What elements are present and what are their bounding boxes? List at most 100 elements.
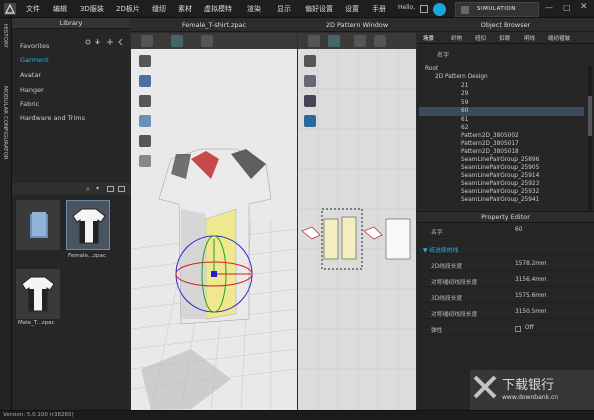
- property-row: 2D线段长度 1578.2mm: [417, 259, 594, 271]
- column-name: 名字: [437, 52, 450, 59]
- simulation-icon[interactable]: [433, 3, 446, 16]
- elastic-checkbox[interactable]: [515, 326, 521, 332]
- tree-item-2d-pattern-design[interactable]: 2D Pattern Design: [435, 74, 488, 80]
- tree-item[interactable]: 29: [461, 91, 468, 97]
- male-tshirt-thumbnail[interactable]: [16, 269, 60, 319]
- pattern-select-icon[interactable]: [308, 35, 320, 47]
- fold-tool-icon[interactable]: [139, 95, 151, 107]
- pattern-rectangle-icon[interactable]: [374, 35, 386, 47]
- user-greeting[interactable]: Hello,: [398, 4, 415, 11]
- section-label: ▼ 纸选择的线: [423, 248, 459, 254]
- settings-icon[interactable]: [85, 39, 91, 45]
- property-section-header[interactable]: ▼ 纸选择的线: [417, 243, 594, 255]
- library-item-favorites[interactable]: Favorites: [20, 42, 49, 50]
- tree-scrollbar[interactable]: [588, 66, 592, 210]
- object-browser-title: Object Browser: [417, 18, 594, 32]
- menu-settings[interactable]: 设置: [345, 4, 359, 14]
- female-tshirt-label: Female...zpac: [68, 253, 106, 259]
- download-icon[interactable]: [94, 39, 101, 45]
- tree-item-root[interactable]: Root: [425, 66, 438, 72]
- property-key: 3D线段长度: [431, 296, 463, 302]
- add-icon[interactable]: [107, 39, 113, 45]
- pattern-tool-icon[interactable]: [304, 55, 316, 67]
- pattern-tool-2-icon[interactable]: [304, 75, 316, 87]
- pattern-tool-3-icon[interactable]: [304, 95, 316, 107]
- menu-materials[interactable]: 素材: [178, 4, 192, 14]
- tab-pucker[interactable]: 缝纫褶皱: [548, 34, 570, 42]
- menu-render[interactable]: 渲染: [247, 4, 261, 14]
- status-bar: Version: 5.0.100 (r38265): [0, 410, 594, 420]
- pattern-polygon-icon[interactable]: [354, 35, 366, 47]
- tab-buttonholes[interactable]: 扣眼: [499, 34, 510, 42]
- tree-item-selected[interactable]: 60: [461, 108, 468, 114]
- property-value[interactable]: 3156.4mm: [515, 277, 547, 283]
- transform-tool-icon[interactable]: [139, 135, 151, 147]
- menu-preferences[interactable]: 偏好设置: [305, 4, 333, 14]
- tree-item[interactable]: 21: [461, 83, 468, 89]
- watermark-logo-icon: [473, 375, 497, 399]
- sphere-tool-icon[interactable]: [139, 115, 151, 127]
- tree-item[interactable]: Pattern2D_3805018: [461, 149, 519, 155]
- menu-3d-garment[interactable]: 3D服装: [80, 4, 104, 14]
- female-tshirt-thumbnail[interactable]: [66, 200, 110, 250]
- modular-configurator-tab[interactable]: MODULAR CONFIGURATOR: [2, 86, 8, 160]
- library-item-avatar[interactable]: Avatar: [20, 71, 41, 79]
- library-item-hardware-trims[interactable]: Hardware and Trims: [20, 114, 85, 122]
- minimize-icon[interactable]: —: [545, 3, 553, 12]
- menu-sewing[interactable]: 缝纫: [152, 4, 166, 14]
- property-value[interactable]: 1578.2mm: [515, 261, 547, 267]
- tree-item[interactable]: Pattern2D_3805017: [461, 141, 519, 147]
- dropdown-icon[interactable]: ▾: [96, 185, 99, 192]
- library-title: Library: [12, 18, 130, 29]
- maximize-icon[interactable]: ▢: [563, 3, 571, 12]
- close-icon[interactable]: ✕: [580, 2, 588, 12]
- property-value[interactable]: 3150.5mm: [515, 309, 547, 315]
- pin-icon[interactable]: [139, 155, 151, 167]
- tree-item[interactable]: 59: [461, 100, 468, 106]
- menu-file[interactable]: 文件: [26, 4, 40, 14]
- menu-edit[interactable]: 编辑: [53, 4, 67, 14]
- tab-fabric[interactable]: 织物: [451, 34, 462, 42]
- tree-item[interactable]: SeamLinePairGroup_25905: [461, 165, 539, 171]
- texture-tool-icon[interactable]: [139, 75, 151, 87]
- avatar-tool-icon[interactable]: [139, 55, 151, 67]
- tshirt-icon: [21, 276, 55, 312]
- menu-2d-pattern[interactable]: 2D板片: [116, 4, 140, 14]
- viewport-3d[interactable]: [131, 49, 297, 410]
- pattern-edit-icon[interactable]: [328, 35, 340, 47]
- menu-display[interactable]: 显示: [277, 4, 291, 14]
- property-value[interactable]: 60: [515, 227, 522, 233]
- menu-avatar[interactable]: 虚拟模特: [204, 4, 232, 14]
- tree-item[interactable]: SeamLinePairGroup_25896: [461, 157, 539, 163]
- property-row: 3D线段长度 1575.6mm: [417, 291, 594, 303]
- list-view-icon[interactable]: [118, 186, 125, 192]
- folder-thumbnail[interactable]: [16, 200, 60, 250]
- window-icon[interactable]: [420, 5, 428, 13]
- library-item-fabric[interactable]: Fabric: [20, 100, 39, 108]
- pattern-2d-view[interactable]: [298, 49, 416, 410]
- tree-item[interactable]: SeamLinePairGroup_25914: [461, 173, 539, 179]
- tree-item[interactable]: Pattern2D_3805002: [461, 133, 519, 139]
- tree-item[interactable]: 62: [461, 125, 468, 131]
- library-item-hanger[interactable]: Hanger: [20, 86, 44, 94]
- select-tool-icon[interactable]: [141, 35, 153, 47]
- back-icon[interactable]: [118, 39, 124, 45]
- search-icon[interactable]: ⌕: [86, 185, 90, 194]
- tab-topstitch[interactable]: 明线: [524, 34, 535, 42]
- tree-scrollbar-thumb[interactable]: [588, 96, 592, 136]
- move-tool-icon[interactable]: [171, 35, 183, 47]
- menu-manual[interactable]: 手册: [372, 4, 386, 14]
- thumbnail-view-icon[interactable]: [107, 186, 114, 192]
- property-value[interactable]: 1575.6mm: [515, 293, 547, 299]
- tree-item[interactable]: 61: [461, 117, 468, 123]
- history-tab[interactable]: HISTORY: [2, 24, 8, 48]
- tab-scene[interactable]: 场景: [423, 34, 434, 42]
- pin-tool-icon[interactable]: [201, 35, 213, 47]
- library-item-garment[interactable]: Garment: [20, 56, 49, 64]
- pattern-tool-4-icon[interactable]: [304, 115, 316, 127]
- tree-item[interactable]: SeamLinePairGroup_25932: [461, 189, 539, 195]
- viewport-3d-toolbar: [131, 33, 297, 49]
- tree-item[interactable]: SeamLinePairGroup_25923: [461, 181, 539, 187]
- tab-buttons[interactable]: 纽扣: [475, 34, 486, 42]
- tree-item[interactable]: SeamLinePairGroup_25941: [461, 197, 539, 203]
